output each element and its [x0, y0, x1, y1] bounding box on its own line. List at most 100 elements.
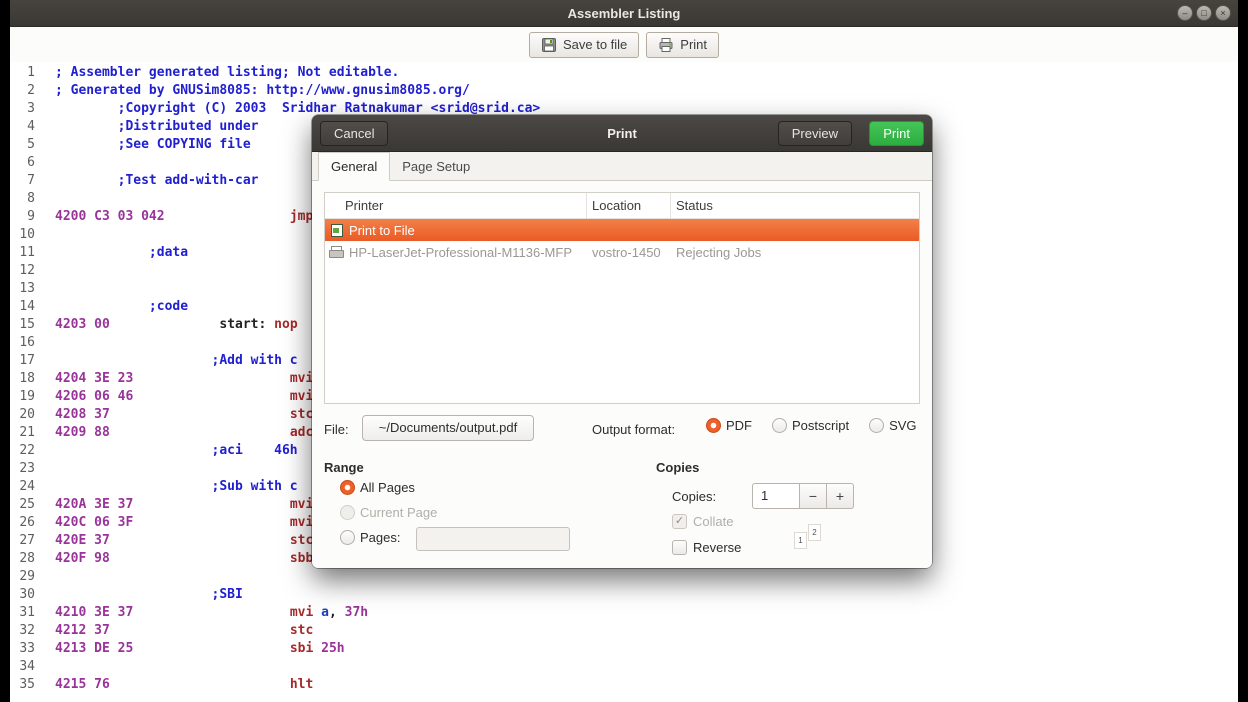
copies-section-title: Copies [656, 460, 699, 475]
column-printer[interactable]: Printer [325, 193, 587, 218]
reverse-checkbox[interactable] [672, 540, 687, 555]
radio-label: All Pages [360, 480, 415, 495]
radio-icon [340, 480, 355, 495]
listing-line: 1; Assembler generated listing; Not edit… [10, 64, 1238, 82]
radio-label: SVG [889, 418, 916, 433]
collate-preview-page-1: 1 [794, 532, 807, 549]
printer-row[interactable]: Print to File [325, 219, 919, 241]
listing-line: 2; Generated by GNUSim8085: http://www.g… [10, 82, 1238, 100]
copies-increment-button[interactable]: + [827, 483, 854, 509]
save-to-file-button[interactable]: Save to file [529, 32, 639, 58]
line-number: 17 [10, 352, 35, 370]
print-dialog-header[interactable]: Print Cancel Preview Print [312, 115, 932, 152]
code-line: 4213 DE 25 sbi 25h [35, 640, 345, 658]
line-number: 23 [10, 460, 35, 478]
print-icon [658, 37, 674, 53]
listing-line: 314210 3E 37 mvi a, 37h [10, 604, 1238, 622]
file-label: File: [324, 422, 349, 437]
code-line: 420F 98 sbb [35, 550, 313, 568]
code-line: ;code [35, 298, 188, 316]
preview-button[interactable]: Preview [778, 121, 852, 146]
minimize-button[interactable]: – [1177, 5, 1193, 21]
line-number: 16 [10, 334, 35, 352]
line-number: 11 [10, 244, 35, 262]
radio-label: Current Page [360, 505, 437, 520]
code-line: ;SBI [35, 586, 243, 604]
code-line: 420E 37 stc [35, 532, 313, 550]
window-controls: –□× [1177, 5, 1231, 21]
save-icon [541, 37, 557, 53]
code-line: 4204 3E 23 mvi [35, 370, 313, 388]
save-to-file-label: Save to file [563, 37, 627, 52]
code-line [35, 334, 55, 352]
copies-decrement-button[interactable]: − [800, 483, 827, 509]
line-number: 5 [10, 136, 35, 154]
print-label: Print [680, 37, 707, 52]
file-chooser-button[interactable]: ~/Documents/output.pdf [362, 415, 534, 441]
line-number: 10 [10, 226, 35, 244]
code-line: 4210 3E 37 mvi a, 37h [35, 604, 368, 622]
radio-label: Postscript [792, 418, 849, 433]
code-line: 420C 06 3F mvi [35, 514, 313, 532]
printer-rows: Print to FileHP-LaserJet-Professional-M1… [325, 219, 919, 263]
line-number: 19 [10, 388, 35, 406]
code-line: 4203 00 start: nop [35, 316, 298, 334]
format-option-pdf[interactable]: PDF [706, 418, 752, 433]
maximize-button[interactable]: □ [1196, 5, 1212, 21]
print-button[interactable]: Print [646, 32, 719, 58]
assembler-listing-window: Assembler Listing –□× Save to file Print… [10, 0, 1238, 702]
line-number: 28 [10, 550, 35, 568]
tab-general[interactable]: General [318, 152, 390, 181]
toolbar: Save to file Print [10, 27, 1238, 62]
code-line: 4209 88 adc [35, 424, 313, 442]
printer-location: vostro-1450 [587, 245, 671, 260]
line-number: 14 [10, 298, 35, 316]
output-format-label: Output format: [592, 422, 675, 437]
print-confirm-button[interactable]: Print [869, 121, 924, 146]
range-option-all-pages[interactable]: All Pages [340, 480, 437, 495]
pages-input [416, 527, 570, 551]
code-line [35, 460, 55, 478]
line-number: 24 [10, 478, 35, 496]
line-number: 21 [10, 424, 35, 442]
radio-icon [706, 418, 721, 433]
window-title: Assembler Listing [10, 0, 1238, 27]
code-line: 4208 37 stc [35, 406, 313, 424]
code-line [35, 190, 55, 208]
reverse-checkbox-row[interactable]: Reverse [672, 540, 741, 555]
printer-row[interactable]: HP-LaserJet-Professional-M1136-MFPvostro… [325, 241, 919, 263]
print-dialog: Print Cancel Preview Print GeneralPage S… [312, 115, 932, 568]
collate-preview-page-2: 2 [808, 524, 821, 541]
format-option-svg[interactable]: SVG [869, 418, 916, 433]
code-line [35, 154, 55, 172]
code-line: ; Generated by GNUSim8085: http://www.gn… [35, 82, 470, 100]
titlebar[interactable]: Assembler Listing –□× [10, 0, 1238, 27]
tab-page-setup[interactable]: Page Setup [390, 153, 482, 180]
line-number: 12 [10, 262, 35, 280]
code-line: ;See COPYING file [35, 136, 251, 154]
column-location[interactable]: Location [587, 193, 671, 218]
code-line [35, 262, 55, 280]
code-line: 420A 3E 37 mvi [35, 496, 313, 514]
line-number: 26 [10, 514, 35, 532]
line-number: 6 [10, 154, 35, 172]
close-button[interactable]: × [1215, 5, 1231, 21]
collate-checkbox-row: ✓ Collate [672, 514, 733, 529]
printer-list[interactable]: Printer Location Status Print to FileHP-… [324, 192, 920, 404]
code-line [35, 226, 55, 244]
collate-label: Collate [693, 514, 733, 529]
line-number: 29 [10, 568, 35, 586]
output-format-radios: PDF Postscript SVG [706, 418, 917, 433]
code-line: 4212 37 stc [35, 622, 313, 640]
line-number: 7 [10, 172, 35, 190]
copies-value[interactable]: 1 [752, 483, 800, 509]
line-number: 35 [10, 676, 35, 694]
radio-label: PDF [726, 418, 752, 433]
line-number: 15 [10, 316, 35, 334]
format-option-postscript[interactable]: Postscript [772, 418, 849, 433]
column-status[interactable]: Status [671, 193, 919, 218]
code-line: ;aci 46h [35, 442, 298, 460]
copies-spinner: 1 − + [752, 483, 854, 509]
cancel-button[interactable]: Cancel [320, 121, 388, 146]
code-line: 4215 76 hlt [35, 676, 313, 694]
